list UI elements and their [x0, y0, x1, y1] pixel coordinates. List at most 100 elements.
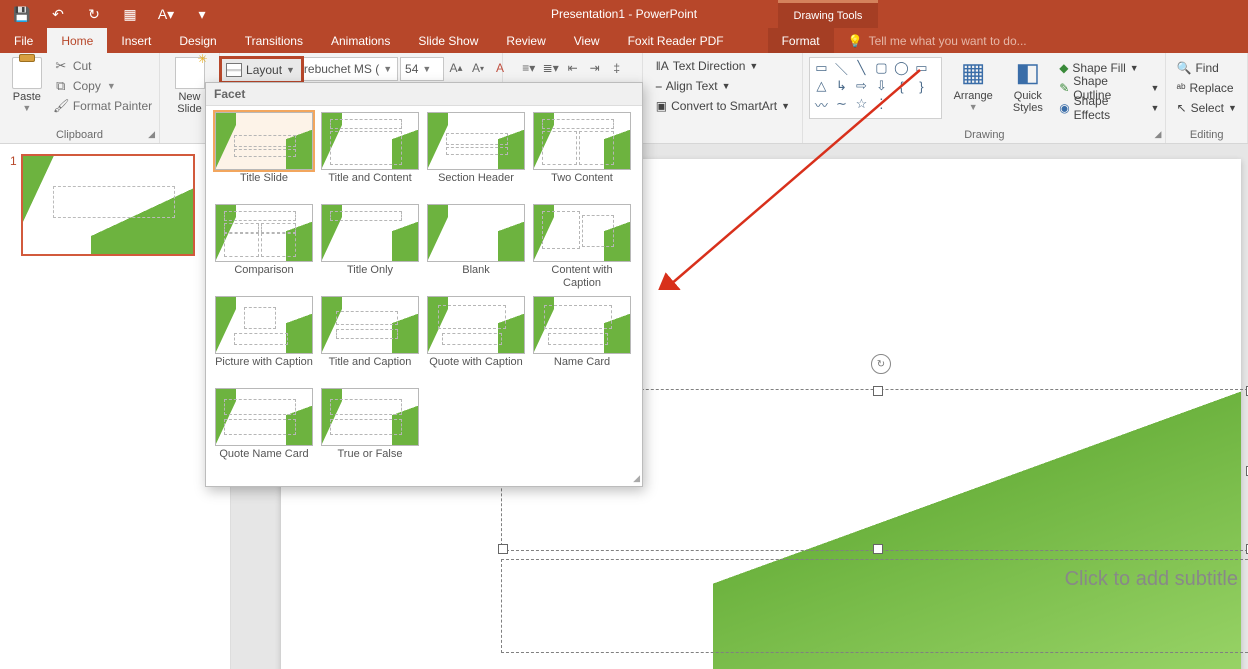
slide-thumbnail-1[interactable]: [21, 154, 195, 256]
tab-insert[interactable]: Insert: [107, 28, 165, 53]
arrange-button[interactable]: ▦ Arrange ▼: [950, 55, 997, 119]
font-size-combo[interactable]: 54▼: [400, 57, 444, 81]
cut-button[interactable]: ✂Cut: [53, 57, 152, 75]
tab-format[interactable]: Format: [768, 28, 834, 53]
align-text-button[interactable]: ⎯Align Text▼: [656, 77, 731, 95]
find-button[interactable]: 🔍Find: [1177, 59, 1237, 77]
tab-design[interactable]: Design: [165, 28, 230, 53]
layout-theme-header: Facet: [206, 83, 642, 106]
shape-more-icon[interactable]: ⋮: [872, 96, 890, 112]
layout-option-title-only[interactable]: Title Only: [320, 204, 420, 290]
layout-option-label: Section Header: [438, 172, 514, 198]
tell-me-search[interactable]: 💡 Tell me what you want to do...: [834, 28, 1041, 53]
subtitle-placeholder-text: Click to add subtitle: [1065, 568, 1238, 591]
subtitle-placeholder[interactable]: Click to add subtitle: [501, 559, 1248, 653]
drawing-dialog-launcher[interactable]: ◢: [1154, 129, 1161, 140]
shape-curve-icon[interactable]: ∼: [832, 96, 850, 112]
qat-customize-button[interactable]: ▾: [186, 0, 218, 28]
text-direction-icon: ‖A: [656, 59, 669, 73]
convert-smartart-button[interactable]: ▣Convert to SmartArt▼: [656, 97, 790, 115]
shape-tri-icon[interactable]: △: [812, 78, 830, 94]
text-direction-label: Text Direction: [673, 59, 746, 73]
layout-option-name-card[interactable]: Name Card: [532, 296, 632, 382]
shape-line2-icon[interactable]: ╲: [852, 60, 870, 76]
shape-brace-icon[interactable]: {: [892, 78, 910, 94]
shape-darrow-icon[interactable]: ⇩: [872, 78, 890, 94]
slide-thumbnail-pane[interactable]: 1: [0, 144, 231, 669]
save-button[interactable]: 💾: [6, 0, 38, 28]
layout-option-blank[interactable]: Blank: [426, 204, 526, 290]
popup-resize-grip[interactable]: ◢: [633, 473, 640, 484]
shape-elbow-icon[interactable]: ↳: [832, 78, 850, 94]
shape-line-icon[interactable]: ＼: [832, 60, 850, 76]
new-slide-button[interactable]: New Slide: [175, 55, 205, 115]
text-direction-button[interactable]: ‖AText Direction▼: [656, 57, 759, 75]
rotate-handle[interactable]: ↻: [871, 354, 891, 374]
tab-slideshow[interactable]: Slide Show: [404, 28, 492, 53]
layout-gallery-popup[interactable]: Facet Title SlideTitle and Content Sectio…: [205, 82, 643, 487]
layout-option-label: Two Content: [551, 172, 613, 198]
group-paragraph-right: ‖AText Direction▼ ⎯Align Text▼ ▣Convert …: [643, 53, 803, 143]
decrease-indent-button[interactable]: ⇤: [563, 57, 583, 79]
layout-option-title-slide[interactable]: Title Slide: [214, 112, 314, 198]
align-text-label: Align Text: [666, 79, 718, 93]
start-from-beginning-button[interactable]: ▦: [114, 0, 146, 28]
shape-oval-icon[interactable]: ◯: [892, 60, 910, 76]
paintbrush-icon: 🖌: [53, 98, 69, 114]
layout-option-label: Name Card: [554, 356, 610, 382]
layout-option-section-header[interactable]: Section Header: [426, 112, 526, 198]
tab-home[interactable]: Home: [47, 28, 107, 53]
shape-star-icon[interactable]: ☆: [852, 96, 870, 112]
shape-free-icon[interactable]: 〰: [812, 96, 830, 112]
layout-option-quote-name-card[interactable]: Quote Name Card: [214, 388, 314, 474]
arrange-icon: ▦: [961, 57, 986, 88]
replace-icon: ᵃᵇ: [1177, 81, 1186, 95]
layout-option-two-content[interactable]: Two Content: [532, 112, 632, 198]
tab-transitions[interactable]: Transitions: [231, 28, 317, 53]
tab-file[interactable]: File: [0, 28, 47, 53]
magnifier-icon: 🔍: [1177, 61, 1192, 75]
layout-button[interactable]: Layout ▼: [220, 57, 303, 83]
quick-styles-button[interactable]: ◧ Quick Styles: [1005, 55, 1052, 119]
tab-review[interactable]: Review: [492, 28, 559, 53]
contextual-tab-group-label: Drawing Tools: [778, 0, 878, 28]
slide-number: 1: [10, 154, 17, 256]
select-button[interactable]: ↖Select▼: [1177, 99, 1237, 117]
numbering-button[interactable]: ≣▾: [541, 57, 561, 79]
layout-option-picture-with-caption[interactable]: Picture with Caption: [214, 296, 314, 382]
increase-indent-button[interactable]: ⇥: [585, 57, 605, 79]
shape-rect-icon[interactable]: ▭: [812, 60, 830, 76]
line-spacing-button[interactable]: ‡: [607, 57, 627, 79]
increase-font-button[interactable]: A▴: [446, 57, 466, 79]
layout-option-true-or-false[interactable]: True or False: [320, 388, 420, 474]
cursor-icon: ↖: [1177, 101, 1187, 115]
layout-option-content-with-caption[interactable]: Content with Caption: [532, 204, 632, 290]
shape-square-icon[interactable]: ▢: [872, 60, 890, 76]
align-text-icon: ⎯: [656, 79, 662, 94]
shape-brace2-icon[interactable]: }: [912, 78, 930, 94]
font-name-combo[interactable]: Trebuchet MS (▼: [292, 57, 398, 81]
layout-option-comparison[interactable]: Comparison: [214, 204, 314, 290]
shape-rrect-icon[interactable]: ▭: [912, 60, 930, 76]
format-painter-button[interactable]: 🖌Format Painter: [53, 97, 152, 115]
copy-button[interactable]: ⧉Copy▼: [53, 77, 152, 95]
layout-option-quote-with-caption[interactable]: Quote with Caption: [426, 296, 526, 382]
shapes-gallery[interactable]: ▭ ＼ ╲ ▢ ◯ ▭ △ ↳ ⇨ ⇩ { } 〰 ∼ ☆ ⋮: [809, 57, 941, 119]
touch-mode-button[interactable]: A▾: [150, 0, 182, 28]
replace-button[interactable]: ᵃᵇReplace: [1177, 79, 1237, 97]
clipboard-dialog-launcher[interactable]: ◢: [148, 129, 155, 140]
tab-view[interactable]: View: [560, 28, 614, 53]
paste-button[interactable]: Paste ▼: [7, 55, 47, 115]
layout-option-title-and-content[interactable]: Title and Content: [320, 112, 420, 198]
tab-animations[interactable]: Animations: [317, 28, 404, 53]
layout-option-label: Content with Caption: [532, 264, 632, 290]
ribbon-tabs: File Home Insert Design Transitions Anim…: [0, 28, 1248, 53]
shape-rarrow-icon[interactable]: ⇨: [852, 78, 870, 94]
layout-option-title-and-caption[interactable]: Title and Caption: [320, 296, 420, 382]
decrease-font-button[interactable]: A▾: [468, 57, 488, 79]
bullets-button[interactable]: ≡▾: [519, 57, 539, 79]
tab-foxit[interactable]: Foxit Reader PDF: [614, 28, 738, 53]
undo-button[interactable]: ↶: [42, 0, 74, 28]
shape-effects-button[interactable]: ◉Shape Effects▼: [1059, 99, 1159, 117]
redo-button[interactable]: ↻: [78, 0, 110, 28]
